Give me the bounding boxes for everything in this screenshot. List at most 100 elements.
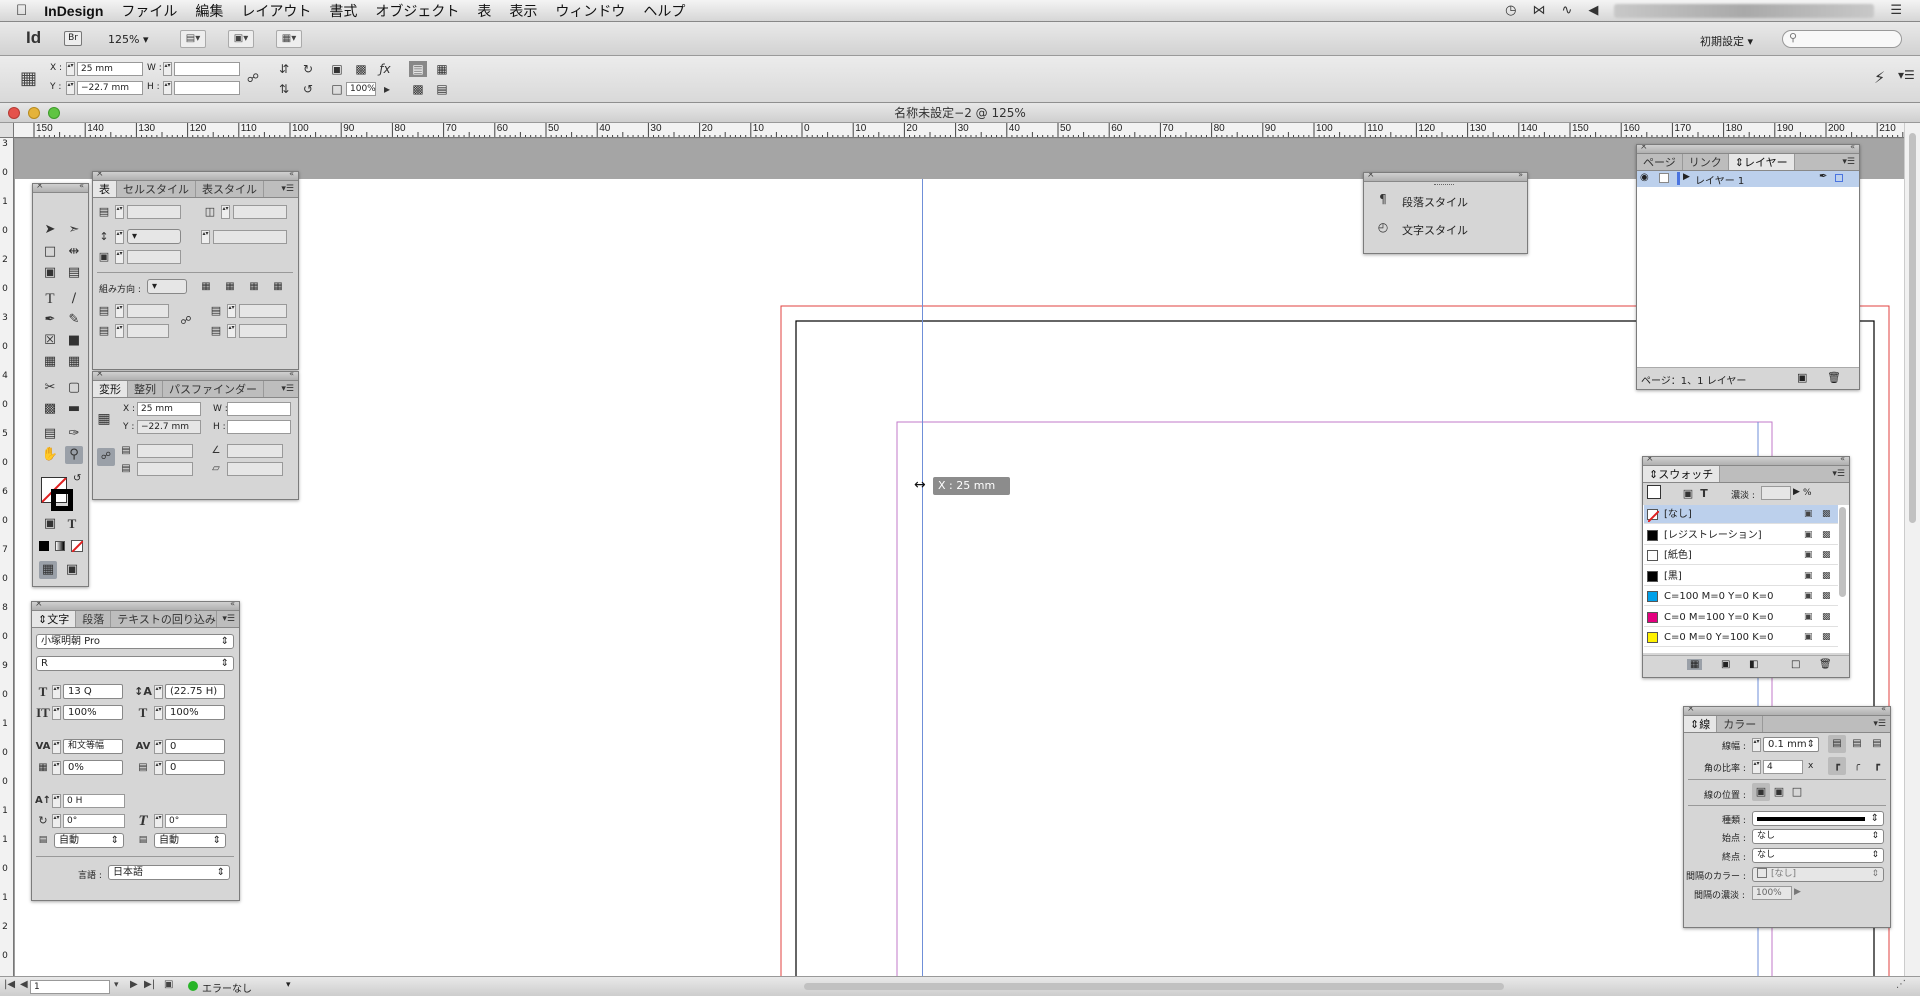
column-width-field[interactable] <box>127 250 181 264</box>
left-inset-field[interactable] <box>239 304 287 318</box>
tracking-field[interactable]: 0 <box>165 739 225 754</box>
close-window-button[interactable] <box>8 107 20 119</box>
lock-toggle[interactable] <box>1659 173 1669 183</box>
stroke-panel-header[interactable]: × « <box>1684 707 1890 716</box>
grid-tool-icon[interactable]: ▦ <box>41 353 59 371</box>
tools-panel-header[interactable]: × « <box>33 184 88 193</box>
reference-point-icon[interactable]: ▦ <box>95 410 113 428</box>
volume-icon[interactable]: ◀ <box>1588 3 1598 18</box>
tr-w-field[interactable] <box>227 402 291 416</box>
swatch-row[interactable]: [黒] ▣ ▩ <box>1644 566 1838 586</box>
show-color-swatches-icon[interactable]: ▣ <box>1721 659 1730 670</box>
miter-join-icon[interactable]: ┏ <box>1828 757 1846 775</box>
tab-table[interactable]: 表 <box>93 181 117 197</box>
quick-apply-icon[interactable]: ⚡ <box>1874 68 1885 87</box>
horizontal-scroll-thumb[interactable] <box>804 983 1504 990</box>
column-width-stepper[interactable]: ▴▾ <box>115 250 124 264</box>
visibility-eye-icon[interactable]: ◉ <box>1640 172 1649 183</box>
row-height-field[interactable] <box>213 230 287 244</box>
ctrl-x-stepper[interactable]: ▴▾ <box>66 62 75 76</box>
effects-fx-icon[interactable]: ƒx <box>376 61 394 77</box>
apply-gradient-icon[interactable] <box>55 541 65 551</box>
formatting-text-icon[interactable]: T <box>63 515 81 533</box>
selection-tool-icon[interactable]: ➤ <box>41 221 59 239</box>
start-select[interactable]: なし ⇕ <box>1752 829 1884 844</box>
tab-align[interactable]: 整列 <box>128 381 163 397</box>
panel-menu-icon[interactable]: ▾☰ <box>281 181 294 198</box>
paragraph-styles-item[interactable]: 段落スタイル <box>1402 194 1468 210</box>
tr-h-field[interactable] <box>227 420 291 434</box>
last-page-icon[interactable]: ▶| <box>144 979 155 990</box>
preflight-menu-icon[interactable]: ▾ <box>286 980 291 990</box>
rectangle-tool-icon[interactable]: ■ <box>65 332 83 350</box>
tint-slider-arrow-icon[interactable]: ▶ <box>1793 487 1800 497</box>
vertical-ruler[interactable]: 3 0 1 0 2 0 3 0 4 0 5 0 6 0 7 0 8 0 9 0 1 0 0 1 1 0 1 2 0 <box>0 138 14 976</box>
zoom-window-button[interactable] <box>48 107 60 119</box>
scissors-tool-icon[interactable]: ✂ <box>41 379 59 397</box>
free-transform-tool-icon[interactable]: ▢ <box>65 379 83 397</box>
menu-app-name[interactable]: InDesign <box>35 3 112 19</box>
layer-row[interactable]: ◉ ▶ レイヤー 1 ✒ <box>1637 171 1859 187</box>
screen-mode-button[interactable]: ▣▾ <box>228 30 254 48</box>
trash-icon[interactable]: 🗑 <box>1819 659 1832 670</box>
menu-type[interactable]: 書式 <box>320 1 366 21</box>
character-styles-item[interactable]: 文字スタイル <box>1402 222 1468 238</box>
row-height-value-stepper[interactable]: ▴▾ <box>201 230 210 244</box>
tab-cell-style[interactable]: セルスタイル <box>117 181 196 197</box>
content-collector-icon[interactable]: ▣ <box>41 264 59 282</box>
direction-select[interactable]: ▾ <box>147 279 187 294</box>
menu-view[interactable]: 表示 <box>500 1 546 21</box>
ctrl-h-stepper[interactable]: ▴▾ <box>163 81 172 95</box>
baseline-shift-field[interactable]: 0 H <box>63 794 125 808</box>
page-number-field[interactable]: 1 <box>30 980 110 994</box>
miter-field[interactable]: 4 <box>1763 760 1803 774</box>
formatting-text-icon[interactable]: T <box>1695 485 1713 503</box>
tab-table-style[interactable]: 表スタイル <box>196 181 264 197</box>
panel-menu-icon[interactable]: ▾☰ <box>1873 716 1886 733</box>
bottom-inset-stepper[interactable]: ▴▾ <box>115 324 124 338</box>
ctrl-h-field[interactable] <box>174 81 240 95</box>
menu-layout[interactable]: レイアウト <box>232 1 320 21</box>
gap-tool-icon[interactable]: ⇹ <box>65 243 83 261</box>
tab-text-wrap[interactable]: テキストの回り込み <box>111 611 218 627</box>
swatch-row[interactable]: C=0 M=0 Y=100 K=0 ▣ ▩ <box>1644 628 1838 647</box>
show-gradient-swatches-icon[interactable]: ◧ <box>1749 659 1758 670</box>
baseline-shift-stepper[interactable]: ▴▾ <box>52 794 61 808</box>
tab-paragraph[interactable]: 段落 <box>76 611 112 627</box>
end-select[interactable]: なし ⇕ <box>1752 848 1884 863</box>
new-swatch-icon[interactable]: □ <box>1791 659 1800 670</box>
ruler-guide-line[interactable] <box>922 179 923 976</box>
distribute-icon[interactable]: ▤ <box>433 81 451 97</box>
font-size-stepper[interactable]: ▴▾ <box>52 685 61 699</box>
gap-color-select[interactable]: [なし] ⇕ <box>1752 867 1884 882</box>
columns-stepper[interactable]: ▴▾ <box>221 205 230 219</box>
page-tool-icon[interactable]: □ <box>41 243 59 261</box>
frame-fit-icon[interactable]: ▣ <box>328 61 346 77</box>
align-icon[interactable]: ▩ <box>409 81 427 97</box>
bottom-inset-field[interactable] <box>127 324 169 338</box>
text-align-bottom-icon[interactable]: ▦ <box>245 278 263 296</box>
leading-field[interactable]: (22.75 H) <box>165 684 225 699</box>
scale-x-field[interactable] <box>137 444 193 458</box>
ctrl-w-field[interactable] <box>174 62 240 76</box>
fill-stroke-proxy-icon[interactable] <box>1647 485 1661 499</box>
round-join-icon[interactable]: ╭ <box>1848 757 1866 775</box>
bevel-join-icon[interactable]: ┏ <box>1868 757 1886 775</box>
swatch-scroll-thumb[interactable] <box>1839 507 1846 597</box>
butt-cap-icon[interactable]: ▤ <box>1828 735 1846 753</box>
ctrl-w-stepper[interactable]: ▴▾ <box>163 62 172 76</box>
row-height-stepper[interactable]: ▴▾ <box>115 230 124 244</box>
menu-table[interactable]: 表 <box>468 1 500 21</box>
zoom-tool-icon[interactable]: ⚲ <box>65 446 83 464</box>
tsume-stepper[interactable]: ▴▾ <box>52 761 61 775</box>
character-panel-header[interactable]: × « <box>32 602 239 611</box>
vertical-scale-stepper[interactable]: ▴▾ <box>52 706 61 720</box>
gap-tint-field[interactable]: 100% <box>1752 886 1792 900</box>
character-rotation-stepper[interactable]: ▴▾ <box>52 814 61 828</box>
next-page-icon[interactable]: ▶ <box>130 979 138 990</box>
text-align-justify-icon[interactable]: ▦ <box>269 278 287 296</box>
list-menu-icon[interactable]: ☰ <box>1890 3 1902 18</box>
menu-object[interactable]: オブジェクト <box>366 1 468 21</box>
apply-none-icon[interactable] <box>71 540 84 553</box>
scale-icon[interactable]: □ <box>328 81 346 97</box>
